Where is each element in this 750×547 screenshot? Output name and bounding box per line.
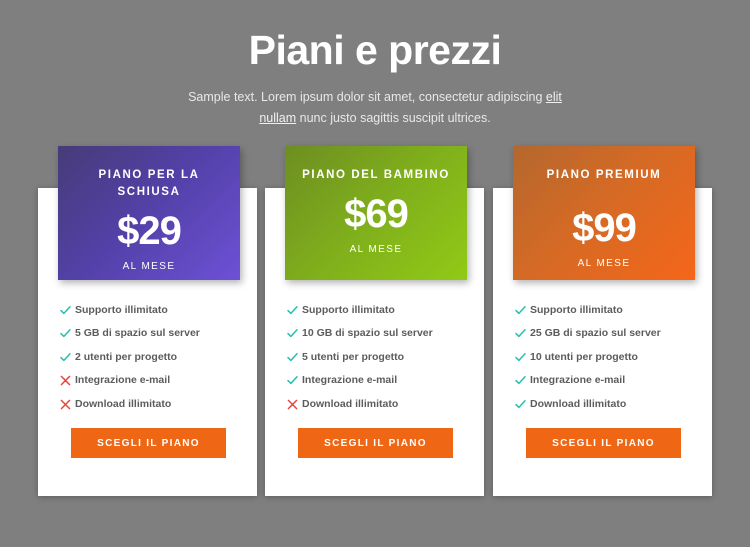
feature-label: 5 utenti per progetto (302, 350, 405, 363)
pricing-plan-card-2: PIANO DEL BAMBINO $69 AL MESE Supporto i… (265, 146, 484, 497)
check-icon (287, 305, 302, 316)
feature-label: 10 utenti per progetto (530, 350, 638, 363)
plan-price: $69 (344, 192, 409, 237)
pricing-plans-row: PIANO PER LA SCHIUSA $29 AL MESE Support… (0, 146, 750, 506)
plan-header: PIANO DEL BAMBINO $69 AL MESE (285, 146, 467, 281)
page-header: Piani e prezzi Sample text. Lorem ipsum … (0, 0, 750, 128)
feature-item: 10 GB di spazio sul server (287, 322, 467, 346)
feature-label: Integrazione e-mail (302, 374, 398, 387)
plan-price: $99 (572, 206, 637, 251)
feature-label: 5 GB di spazio sul server (75, 327, 200, 340)
feature-label: 2 utenti per progetto (75, 350, 178, 363)
feature-item: 10 utenti per progetto (515, 345, 695, 369)
subtitle-text-before: Sample text. Lorem ipsum dolor sit amet,… (188, 90, 546, 105)
check-icon (515, 375, 530, 386)
feature-label: Supporto illimitato (75, 303, 168, 316)
pricing-plan-card-1: PIANO PER LA SCHIUSA $29 AL MESE Support… (38, 146, 257, 497)
check-icon (60, 305, 75, 316)
feature-item: 2 utenti per progetto (60, 345, 240, 369)
choose-plan-button[interactable]: SCEGLI IL PIANO (71, 428, 226, 459)
check-icon (515, 305, 530, 316)
choose-plan-button[interactable]: SCEGLI IL PIANO (298, 428, 453, 459)
feature-item: Supporto illimitato (515, 298, 695, 322)
feature-item: Integrazione e-mail (287, 369, 467, 393)
feature-item: 25 GB di spazio sul server (515, 322, 695, 346)
cross-icon (287, 399, 302, 410)
plan-name: PIANO PREMIUM (546, 169, 662, 182)
choose-plan-button[interactable]: SCEGLI IL PIANO (526, 428, 681, 459)
pricing-plan-card-3: PIANO PREMIUM $99 AL MESE Supporto illim… (493, 146, 712, 497)
plan-price: $29 (117, 208, 182, 253)
feature-item: Supporto illimitato (60, 298, 240, 322)
feature-item: 5 GB di spazio sul server (60, 322, 240, 346)
plan-period: AL MESE (349, 244, 403, 256)
cross-icon (60, 399, 75, 410)
check-icon (515, 399, 530, 410)
plan-header: PIANO PER LA SCHIUSA $29 AL MESE (58, 146, 240, 281)
feature-item: Download illimitato (515, 392, 695, 416)
feature-label: Integrazione e-mail (75, 374, 171, 387)
plan-period: AL MESE (577, 258, 631, 270)
check-icon (515, 328, 530, 339)
feature-label: 25 GB di spazio sul server (530, 327, 661, 340)
feature-label: 10 GB di spazio sul server (302, 327, 433, 340)
feature-label: Supporto illimitato (530, 303, 623, 316)
cross-icon (60, 375, 75, 386)
page-title: Piani e prezzi (248, 27, 502, 73)
feature-item: Download illimitato (60, 392, 240, 416)
subtitle-text-after: nunc justo sagittis suscipit ultrices. (296, 110, 491, 125)
plan-feature-list: Supporto illimitato 25 GB di spazio sul s… (515, 298, 695, 416)
feature-item: Integrazione e-mail (515, 369, 695, 393)
plan-period: AL MESE (122, 260, 176, 272)
plan-feature-list: Supporto illimitato 5 GB di spazio sul se… (60, 298, 240, 416)
page-subtitle: Sample text. Lorem ipsum dolor sit amet,… (175, 87, 575, 128)
feature-label: Download illimitato (75, 397, 172, 410)
plan-header: PIANO PREMIUM $99 AL MESE (513, 146, 695, 281)
check-icon (515, 352, 530, 363)
check-icon (60, 328, 75, 339)
check-icon (60, 352, 75, 363)
feature-item: Supporto illimitato (287, 298, 467, 322)
plan-name: PIANO DEL BAMBINO (302, 169, 450, 182)
feature-item: Integrazione e-mail (60, 369, 240, 393)
plan-name: PIANO PER LA SCHIUSA (98, 169, 200, 199)
check-icon (287, 352, 302, 363)
check-icon (287, 375, 302, 386)
feature-item: Download illimitato (287, 392, 467, 416)
feature-label: Supporto illimitato (302, 303, 395, 316)
feature-label: Download illimitato (530, 397, 627, 410)
plan-feature-list: Supporto illimitato 10 GB di spazio sul s… (287, 298, 467, 416)
feature-item: 5 utenti per progetto (287, 345, 467, 369)
feature-label: Download illimitato (302, 397, 399, 410)
feature-label: Integrazione e-mail (530, 374, 626, 387)
check-icon (287, 328, 302, 339)
